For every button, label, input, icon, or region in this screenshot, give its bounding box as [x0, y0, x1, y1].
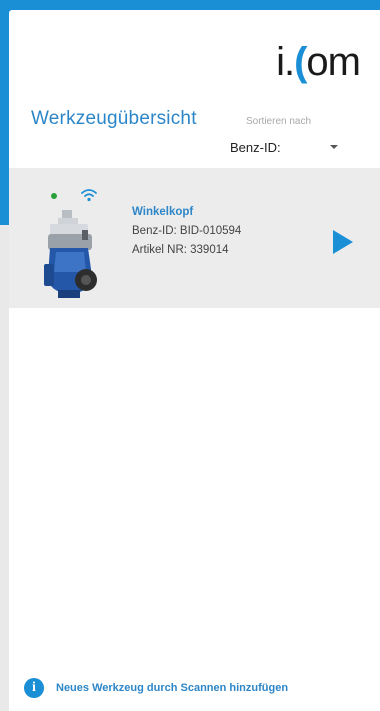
chevron-down-icon: [330, 145, 338, 149]
tool-article-number: Artikel NR: 339014: [132, 244, 229, 256]
left-accent-strip: [0, 10, 9, 225]
wifi-icon: [81, 189, 97, 202]
info-icon: i: [24, 678, 44, 698]
sort-label: Sortieren nach: [246, 116, 312, 127]
tool-overview-panel: i.(om Werkzeugübersicht Sortieren nach B…: [9, 10, 380, 711]
icom-logo: i.(om: [276, 38, 361, 86]
top-accent-bar: [0, 0, 380, 10]
tool-benz-id: Benz-ID: BID-010594: [132, 225, 242, 237]
page-title: Werkzeugübersicht: [31, 108, 197, 129]
play-icon[interactable]: [331, 228, 355, 256]
sort-dropdown[interactable]: Benz-ID:: [230, 137, 342, 157]
tool-name: Winkelkopf: [132, 206, 194, 218]
add-tool-hint: i Neues Werkzeug durch Scannen hinzufüge…: [24, 678, 288, 698]
add-tool-hint-text: Neues Werkzeug durch Scannen hinzufügen: [56, 682, 289, 694]
sort-selected-value: Benz-ID:: [230, 139, 281, 155]
angle-head-tool-image: [44, 210, 97, 298]
tool-list-item[interactable]: Winkelkopf Benz-ID: BID-010594 Artikel N…: [9, 168, 380, 308]
logo-text: i.(om: [276, 39, 361, 84]
left-edge-divider: [0, 225, 9, 711]
status-online-dot-icon: [51, 193, 57, 199]
